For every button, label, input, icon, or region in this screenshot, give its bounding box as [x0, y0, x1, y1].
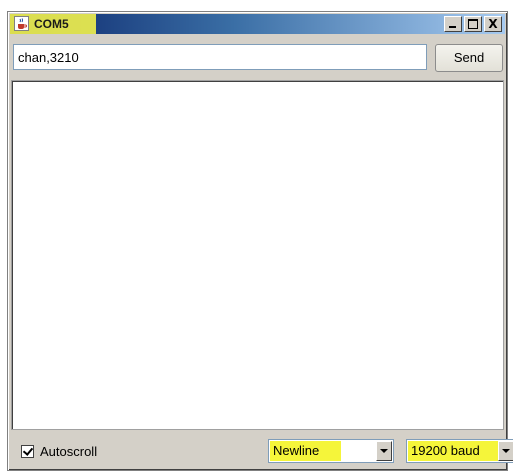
serial-monitor-window: COM5 X Send Autoscroll Newline 19200 [7, 11, 513, 471]
autoscroll-checkbox[interactable] [21, 445, 34, 458]
serial-input[interactable] [13, 44, 427, 70]
minimize-button[interactable] [444, 16, 462, 32]
send-button[interactable]: Send [435, 44, 503, 72]
line-ending-value: Newline [270, 441, 341, 461]
chevron-down-icon[interactable] [376, 441, 392, 461]
baud-rate-value: 19200 baud [408, 441, 499, 461]
caption-buttons: X [444, 16, 502, 32]
minimize-icon [445, 17, 461, 31]
line-ending-select[interactable]: Newline [268, 439, 394, 463]
window-title: COM5 [34, 17, 69, 31]
serial-output[interactable] [11, 80, 504, 430]
chevron-down-icon[interactable] [498, 441, 513, 461]
send-row: Send [13, 44, 503, 72]
close-icon: X [488, 17, 498, 31]
title-bar[interactable]: COM5 X [10, 14, 505, 34]
baud-rate-select[interactable]: 19200 baud [406, 439, 513, 463]
maximize-button[interactable] [464, 16, 482, 32]
maximize-icon [465, 17, 481, 31]
close-button[interactable]: X [484, 16, 502, 32]
autoscroll-option[interactable]: Autoscroll [21, 444, 97, 459]
java-cup-icon[interactable] [14, 16, 29, 31]
status-bar: Autoscroll Newline 19200 baud [11, 436, 513, 466]
autoscroll-label: Autoscroll [40, 444, 98, 459]
